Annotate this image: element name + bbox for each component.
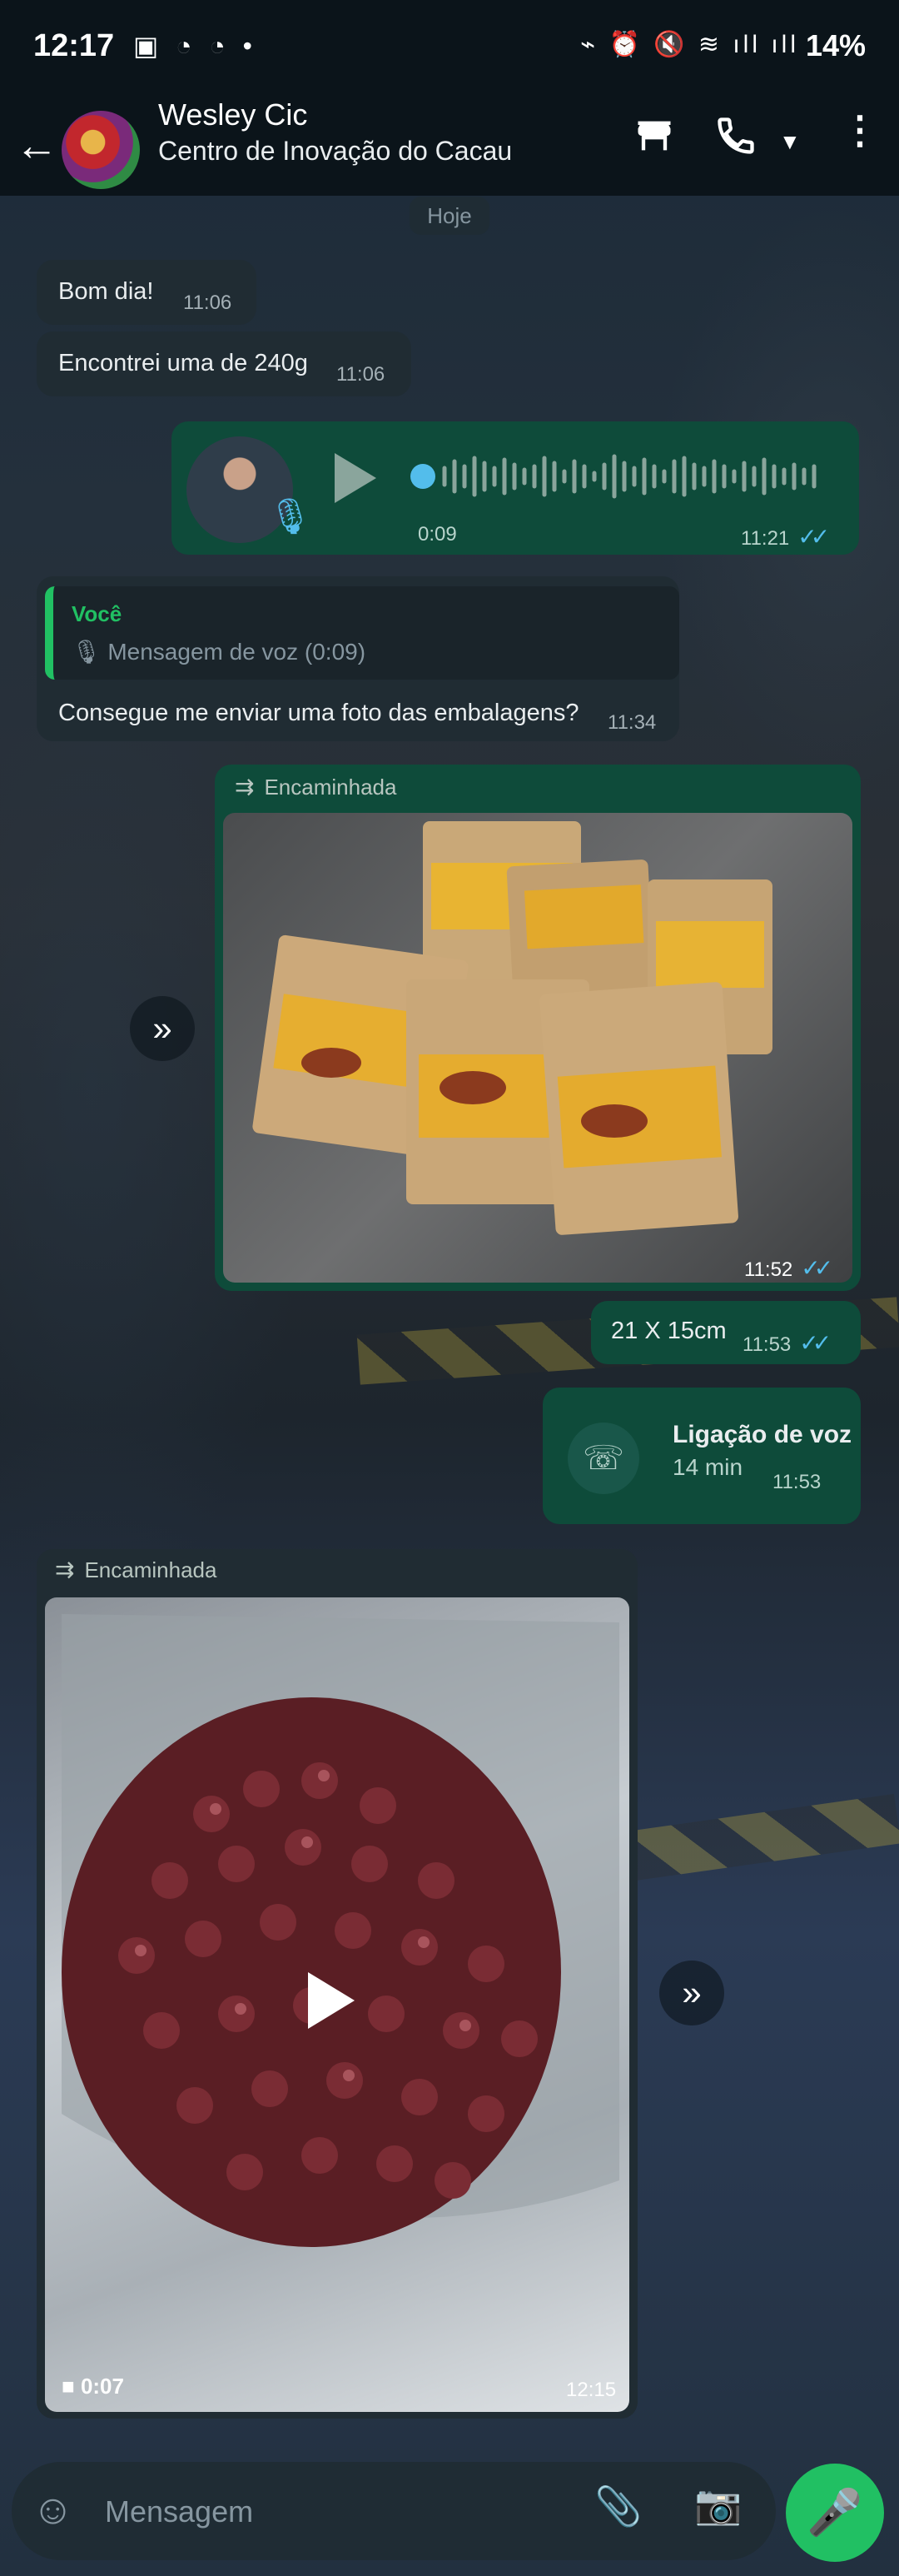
voice-call-message[interactable]: ☏ Ligação de voz 14 min 11:53 bbox=[543, 1388, 861, 1524]
status-time: 12:17 bbox=[33, 28, 115, 63]
mic-icon: 🎙 bbox=[72, 639, 108, 665]
date-separator: Hoje bbox=[410, 197, 489, 235]
message-text: Bom dia! bbox=[58, 278, 154, 305]
voice-waveform[interactable] bbox=[403, 451, 869, 501]
phone-icon[interactable] bbox=[714, 114, 757, 162]
call-title: Ligação de voz bbox=[673, 1421, 852, 1448]
contact-name[interactable]: Wesley Cic bbox=[158, 97, 307, 132]
quoted-text: 🎙 Mensagem de voz (0:09) bbox=[72, 639, 366, 665]
message-time: 12:15 bbox=[566, 2379, 617, 2401]
video-thumbnail[interactable]: ■ 0:07 12:15 bbox=[45, 1597, 629, 2412]
outgoing-message[interactable]: 21 X 15cm 11:53 ✓✓ bbox=[591, 1301, 861, 1364]
forwarded-icon: ⇉ bbox=[55, 1557, 75, 1582]
message-input[interactable] bbox=[103, 2485, 589, 2539]
mic-button[interactable]: 🎤 bbox=[786, 2464, 884, 2562]
play-video-icon[interactable] bbox=[308, 1972, 355, 2029]
store-icon[interactable] bbox=[633, 114, 676, 162]
quoted-message[interactable]: Você 🎙 Mensagem de voz (0:09) bbox=[45, 586, 679, 680]
message-time: 11:21 ✓✓ bbox=[741, 524, 830, 550]
system-status-icons: ⌁ ⏰ 🔇 ≋ ıll ıll bbox=[580, 31, 799, 58]
video-duration: ■ 0:07 bbox=[62, 2374, 124, 2399]
message-time: 11:06 bbox=[183, 291, 232, 314]
call-duration: 14 min bbox=[673, 1454, 743, 1480]
outgoing-voice-message[interactable]: 🎙 0:09 11:21 ✓✓ bbox=[171, 421, 859, 555]
forward-icon[interactable]: » bbox=[130, 996, 195, 1061]
quoted-author: Você bbox=[72, 601, 122, 626]
forward-icon[interactable]: » bbox=[659, 1961, 724, 2025]
voice-duration: 0:09 bbox=[418, 523, 457, 546]
incoming-video-message[interactable]: ⇉ Encaminhada ■ 0:07 12:15 bbox=[37, 1549, 638, 2419]
message-text: 21 X 15cm bbox=[611, 1318, 727, 1344]
message-composer: ☺ 📎 📷 bbox=[12, 2462, 776, 2560]
sticker-icon[interactable]: ☺ bbox=[32, 2485, 74, 2534]
message-time: 11:34 bbox=[608, 711, 657, 734]
contact-subtitle[interactable]: Centro de Inovação do Cacau bbox=[158, 136, 512, 167]
camera-icon[interactable]: 📷 bbox=[694, 2482, 742, 2528]
photo-image[interactable]: 11:52 ✓✓ bbox=[223, 813, 852, 1283]
message-time: 11:52 ✓✓ bbox=[744, 1255, 833, 1281]
read-ticks-icon: ✓✓ bbox=[801, 1255, 833, 1281]
call-icon: ☏ bbox=[568, 1423, 639, 1494]
incoming-message[interactable]: Encontrei uma de 240g 11:06 bbox=[37, 331, 411, 396]
message-text: Encontrei uma de 240g bbox=[58, 350, 308, 376]
message-text: Consegue me enviar uma foto das embalage… bbox=[58, 700, 579, 726]
contact-avatar[interactable] bbox=[62, 111, 140, 189]
status-bar: 12:17 ▣ ◔ ◔ • ⌁ ⏰ 🔇 ≋ ıll ıll 14% bbox=[0, 0, 899, 96]
read-ticks-icon: ✓✓ bbox=[797, 524, 830, 550]
call-dropdown-icon[interactable]: ▼ bbox=[779, 129, 801, 155]
battery-level: 14% bbox=[805, 28, 866, 62]
packages-image bbox=[252, 821, 772, 1235]
incoming-reply-message[interactable]: Você 🎙 Mensagem de voz (0:09) Consegue m… bbox=[37, 576, 679, 741]
back-arrow-icon[interactable]: ← bbox=[15, 121, 58, 171]
incoming-message[interactable]: Bom dia! 11:06 bbox=[37, 260, 256, 325]
chat-header: ← Wesley Cic Centro de Inovação do Cacau… bbox=[0, 96, 899, 196]
outgoing-photo-message[interactable]: ⇉ Encaminhada 11:52 ✓✓ bbox=[215, 765, 861, 1291]
message-time: 11:53 ✓✓ bbox=[743, 1330, 832, 1356]
mic-icon: 🎙 bbox=[268, 496, 313, 536]
forwarded-icon: ⇉ bbox=[235, 774, 255, 800]
video-camera-icon: ■ bbox=[62, 2374, 81, 2399]
forwarded-label: ⇉ Encaminhada bbox=[235, 774, 397, 800]
play-icon[interactable] bbox=[335, 453, 376, 503]
attach-icon[interactable]: 📎 bbox=[594, 2484, 642, 2529]
forwarded-label: ⇉ Encaminhada bbox=[55, 1557, 217, 1582]
more-options-icon[interactable]: ⋮ bbox=[841, 107, 879, 152]
notification-icons: ▣ ◔ ◔ • bbox=[133, 31, 257, 61]
message-time: 11:53 bbox=[772, 1471, 822, 1493]
message-time: 11:06 bbox=[336, 363, 385, 386]
read-ticks-icon: ✓✓ bbox=[799, 1330, 832, 1356]
